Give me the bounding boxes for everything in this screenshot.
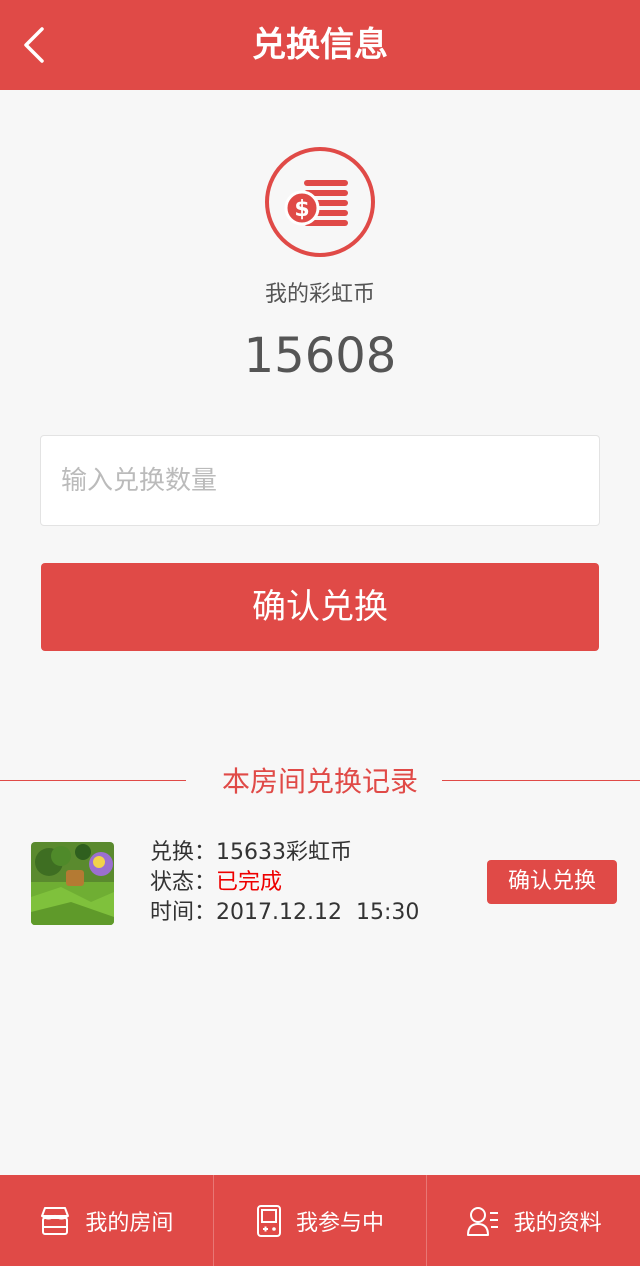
section-title: 本房间兑换记录 — [221, 765, 418, 798]
tab-my-profile[interactable]: 我的资料 — [427, 1175, 640, 1266]
wallet-label: 我的彩虹币 — [264, 282, 375, 307]
tab-participating-label: 我参与中 — [296, 1210, 385, 1236]
coins-icon: $ — [265, 147, 375, 257]
confirm-exchange-button[interactable]: 确认兑换 — [41, 563, 599, 651]
record-time-value: 2017.12.12 15:30 — [216, 900, 420, 925]
svg-text:$: $ — [294, 197, 309, 222]
user-list-icon — [466, 1206, 498, 1236]
record-info: 兑换：15633彩虹币 状态：已完成 时间：2017.12.12 15:30 — [150, 838, 419, 928]
record-time-row: 时间：2017.12.12 15:30 — [150, 898, 419, 928]
tab-my-room[interactable]: 我的房间 — [0, 1175, 214, 1266]
record-exchange-value: 15633彩虹币 — [216, 840, 353, 865]
gameboy-icon — [257, 1204, 281, 1237]
bottom-tabbar: 我的房间 我参与中 我的资料 — [0, 1175, 640, 1266]
record-exchange-label: 兑换： — [150, 840, 217, 865]
app-header: 兑换信息 — [0, 0, 640, 90]
record-status-label: 状态： — [150, 870, 217, 895]
record-thumbnail — [31, 842, 114, 925]
page-title: 兑换信息 — [252, 25, 388, 65]
exchange-amount-input[interactable] — [40, 435, 600, 526]
wallet-balance: 15608 — [243, 328, 397, 384]
tab-my-room-label: 我的房间 — [85, 1210, 174, 1236]
tab-my-profile-label: 我的资料 — [513, 1210, 602, 1236]
record-time-label: 时间： — [150, 900, 217, 925]
record-status-row: 状态：已完成 — [150, 868, 419, 898]
record-status-value: 已完成 — [216, 870, 283, 895]
record-exchange-row: 兑换：15633彩虹币 — [150, 838, 419, 868]
store-icon — [41, 1206, 70, 1235]
tab-participating[interactable]: 我参与中 — [214, 1175, 428, 1266]
record-confirm-button[interactable]: 确认兑换 — [487, 860, 617, 904]
